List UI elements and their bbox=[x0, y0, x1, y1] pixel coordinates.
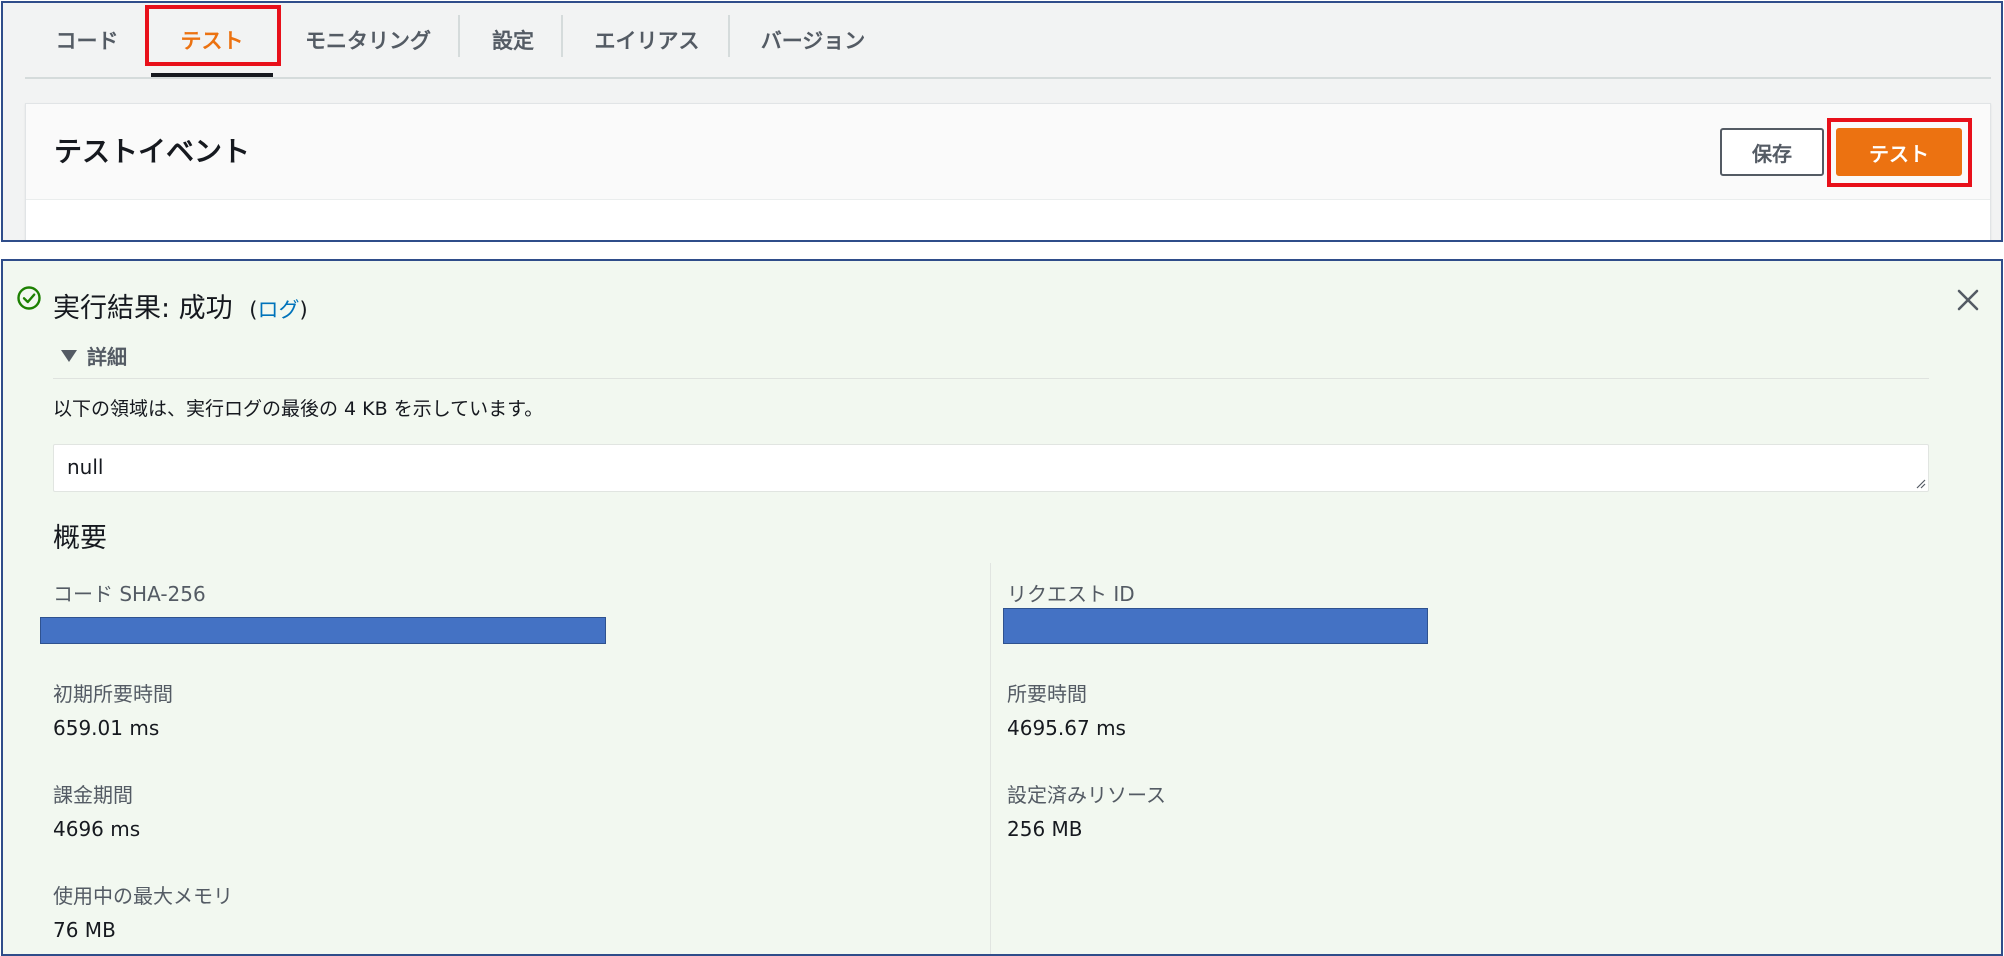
tab-versions[interactable]: バージョン bbox=[745, 3, 881, 77]
log-info-text: 以下の領域は、実行ログの最後の 4 KB を示しています。 bbox=[53, 398, 544, 420]
summary-column-divider bbox=[990, 563, 991, 954]
code-sha-label: コード SHA-256 bbox=[53, 582, 206, 606]
result-status-text: 実行結果: 成功 bbox=[53, 293, 233, 324]
tab-separator bbox=[728, 15, 730, 57]
billed-duration-label: 課金期間 bbox=[53, 783, 133, 807]
test-event-card: テストイベント 保存 テスト bbox=[25, 103, 1991, 240]
details-divider bbox=[53, 378, 1929, 379]
log-output-text: null bbox=[67, 455, 104, 479]
init-duration-value: 659.01 ms bbox=[53, 716, 160, 740]
card-body bbox=[26, 200, 1990, 240]
tab-separator bbox=[561, 15, 563, 57]
init-duration-label: 初期所要時間 bbox=[53, 682, 173, 706]
redacted-request-id-value bbox=[1003, 608, 1428, 644]
log-link-paren-close: ) bbox=[299, 298, 308, 322]
check-circle-icon bbox=[17, 286, 41, 310]
save-button[interactable]: 保存 bbox=[1720, 128, 1824, 176]
test-event-title: テストイベント bbox=[54, 135, 251, 168]
highlight-box-test-tab bbox=[145, 5, 281, 66]
tab-code[interactable]: コード bbox=[39, 3, 135, 77]
tabs-divider bbox=[25, 77, 1991, 79]
redacted-code-sha-value bbox=[40, 617, 606, 644]
log-link[interactable]: ログ bbox=[257, 298, 299, 322]
caret-down-icon bbox=[61, 349, 77, 362]
function-top-panel: コード テスト モニタリング 設定 エイリアス バージョン テストイベント 保存… bbox=[1, 1, 2003, 242]
execution-result-panel: 実行結果: 成功 (ログ) 詳細 以下の領域は、実行ログの最後の 4 KB を示… bbox=[1, 259, 2003, 956]
configured-resources-label: 設定済みリソース bbox=[1007, 783, 1166, 807]
duration-value: 4695.67 ms bbox=[1007, 716, 1126, 740]
log-output-textarea[interactable]: null bbox=[53, 444, 1929, 492]
details-toggle[interactable]: 詳細 bbox=[61, 341, 127, 370]
tab-monitoring[interactable]: モニタリング bbox=[293, 3, 443, 77]
function-tabs: コード テスト モニタリング 設定 エイリアス バージョン bbox=[3, 3, 2001, 79]
tab-separator bbox=[458, 15, 460, 57]
resize-grip-icon[interactable] bbox=[1914, 477, 1926, 489]
result-title: 実行結果: 成功 (ログ) bbox=[53, 286, 308, 325]
tab-aliases[interactable]: エイリアス bbox=[579, 3, 715, 77]
max-memory-label: 使用中の最大メモリ bbox=[53, 884, 233, 908]
tab-settings[interactable]: 設定 bbox=[475, 3, 551, 77]
max-memory-value: 76 MB bbox=[53, 918, 116, 942]
request-id-label: リクエスト ID bbox=[1007, 582, 1135, 606]
configured-resources-value: 256 MB bbox=[1007, 817, 1083, 841]
close-icon[interactable] bbox=[1955, 287, 1981, 313]
duration-label: 所要時間 bbox=[1007, 682, 1087, 706]
details-label: 詳細 bbox=[87, 345, 127, 369]
highlight-box-test-button bbox=[1827, 118, 1972, 187]
summary-title: 概要 bbox=[53, 523, 107, 554]
billed-duration-value: 4696 ms bbox=[53, 817, 141, 841]
